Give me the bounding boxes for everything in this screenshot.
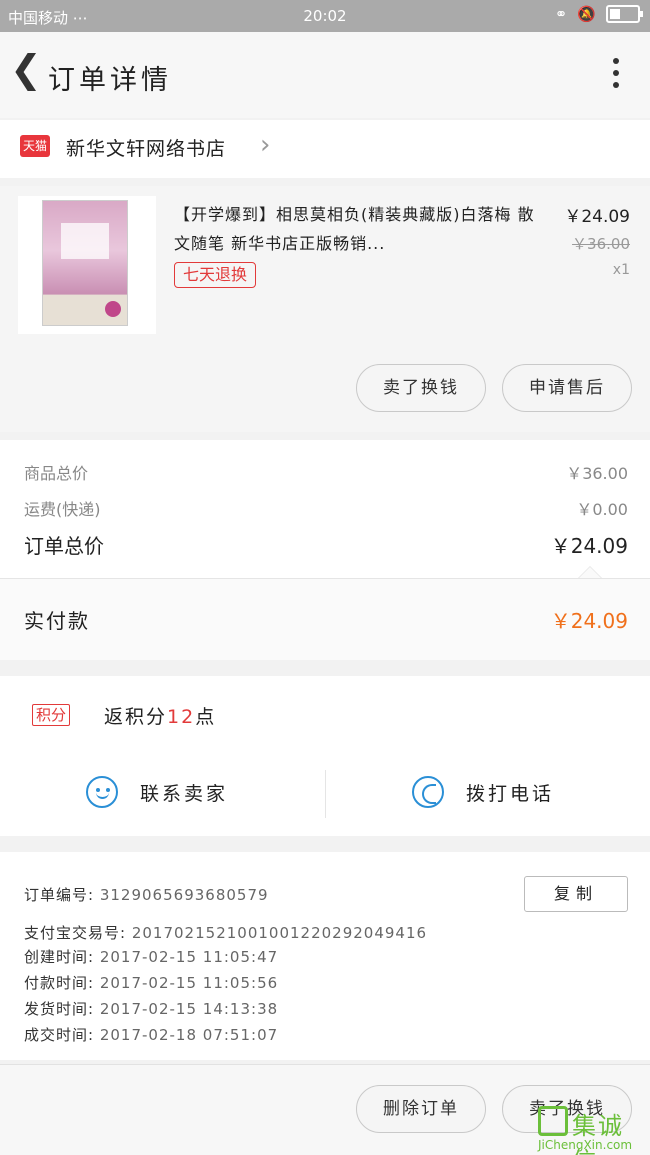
paid-time-value: 2017-02-15 11:05:56 [99,974,279,992]
order-total-value: ￥24.09 [550,534,628,558]
call-label: 拨打电话 [466,782,555,805]
paid-label: 实付款 [24,609,90,633]
copy-button[interactable]: 复制 [524,876,628,912]
after-sale-button[interactable]: 申请售后 [502,364,632,412]
done-row: 成交时间: 2017-02-18 07:51:07 [24,1024,278,1045]
app-header: ❮ 订单详情 [0,32,650,118]
created-value: 2017-02-15 11:05:47 [99,948,279,966]
order-info: 订单编号: 3129065693680579 复制 支付宝交易号: 201702… [0,852,650,1060]
alipay-label: 支付宝交易号: [24,924,127,942]
order-total-row: 订单总价 ￥24.09 [24,530,628,559]
product-quantity: x1 [612,262,630,278]
resell-button[interactable]: 卖了换钱 [356,364,486,412]
shipped-label: 发货时间: [24,1000,95,1018]
product-title[interactable]: 【开学爆到】相思莫相负(精装典藏版)白落梅 散文随笔 新华书店正版畅销... [174,200,544,258]
back-icon[interactable]: ❮ [10,50,42,88]
product-original-price: ￥36.00 [572,235,630,253]
chat-smile-icon [86,776,118,808]
order-number-row: 订单编号: 3129065693680579 [24,884,269,905]
tmall-tag: 天猫 [20,135,50,157]
done-value: 2017-02-18 07:51:07 [99,1026,279,1044]
goods-total-value: ￥36.00 [566,464,628,483]
shipping-value: ￥0.00 [576,500,628,519]
alipay-row: 支付宝交易号: 2017021521001001220292049416 [24,922,427,943]
watermark-icon [538,1106,568,1136]
product-image[interactable] [18,196,156,334]
created-label: 创建时间: [24,948,95,966]
goods-total-row: 商品总价 ￥36.00 [24,460,628,484]
shipped-value: 2017-02-15 14:13:38 [99,1000,279,1018]
paid-value: ￥24.09 [550,609,628,633]
points-text: 返积分12点 [104,702,216,729]
status-icons: ⚭ 🔕 [554,5,643,23]
goods-total-label: 商品总价 [24,464,89,483]
points-suffix: 点 [195,706,217,728]
call-button[interactable]: 拨打电话 [412,776,554,808]
shop-row[interactable]: 天猫 新华文轩网络书店 › [0,120,650,178]
shipping-row: 运费(快递) ￥0.00 [24,496,628,520]
order-total-label: 订单总价 [24,534,104,558]
points-tag: 积分 [32,704,71,726]
delete-order-button[interactable]: 删除订单 [356,1085,486,1133]
watermark-url: JiChengXin.com [538,1138,633,1152]
headset-icon: ⚭ [554,5,568,23]
clock: 20:02 [303,7,347,25]
status-bar: 中国移动 ⋯ 20:02 ⚭ 🔕 [0,0,650,32]
return-badge: 七天退换 [174,262,257,288]
page-title: 订单详情 [48,65,172,96]
paid-row: 实付款 ￥24.09 [0,579,650,660]
order-number-label: 订单编号: [24,886,95,904]
points-prefix: 返积分 [104,706,168,728]
created-row: 创建时间: 2017-02-15 11:05:47 [24,946,278,967]
shipping-label: 运费(快递) [24,500,101,519]
contact-seller-button[interactable]: 联系卖家 [86,776,228,808]
paid-time-row: 付款时间: 2017-02-15 11:05:56 [24,972,278,993]
order-number-value: 3129065693680579 [99,886,269,904]
done-label: 成交时间: [24,1026,95,1044]
alipay-value: 2017021521001001220292049416 [131,924,428,942]
points-amount: 12 [167,706,196,728]
mute-icon: 🔕 [577,5,596,23]
price-summary: 商品总价 ￥36.00 运费(快递) ￥0.00 订单总价 ￥24.09 实付款… [0,440,650,660]
product-card: 【开学爆到】相思莫相负(精装典藏版)白落梅 散文随笔 新华书店正版畅销... 七… [0,186,650,432]
shop-name: 新华文轩网络书店 [66,138,227,160]
shipped-row: 发货时间: 2017-02-15 14:13:38 [24,998,278,1019]
paid-time-label: 付款时间: [24,974,95,992]
watermark-logo: 集诚信 JiChengXin.com [538,1106,648,1155]
points-section: 积分 返积分12点 联系卖家 拨打电话 [0,676,650,836]
more-menu-icon[interactable] [612,58,620,94]
product-price: ￥24.09 [564,207,630,227]
contact-seller-label: 联系卖家 [140,782,229,805]
divider [325,770,326,818]
chevron-right-icon: › [260,130,271,160]
battery-icon [606,5,643,23]
phone-icon [412,776,444,808]
